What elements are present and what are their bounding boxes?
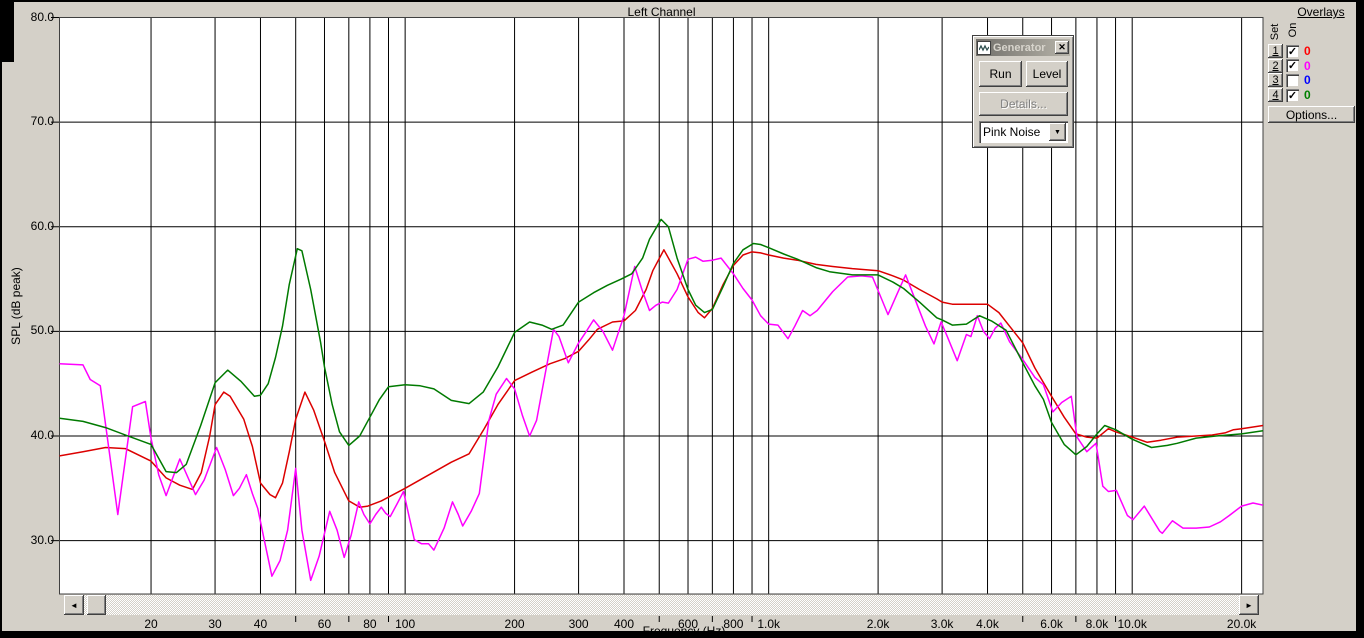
overlay-on-checkbox-2[interactable]: ✓ [1286,59,1299,73]
overlay-on-checkbox-4[interactable]: ✓ [1286,88,1299,102]
scrollbar-left-arrow-icon[interactable]: ◄ [64,595,84,615]
generator-titlebar[interactable]: Generator ✕ [976,39,1070,56]
overlay-set-button-3[interactable]: 3 [1268,73,1283,88]
on-column-header: On [1287,22,1299,38]
options-button[interactable]: Options... [1268,106,1355,123]
run-button[interactable]: Run [979,61,1022,87]
scrollbar-right-arrow-icon[interactable]: ► [1239,595,1259,615]
chevron-down-icon[interactable]: ▼ [1049,123,1066,141]
details-button: Details... [979,92,1068,116]
signal-type-combobox[interactable]: Pink Noise ▼ [979,121,1068,143]
scrollbar-thumb[interactable] [87,595,106,615]
generator-title: Generator [993,41,1046,54]
overlay-on-checkbox-3[interactable] [1286,73,1299,87]
level-button[interactable]: Level [1026,61,1068,87]
spectrum-chart [51,17,1264,622]
window-edge-artifact [0,0,14,62]
generator-dialog: Generator ✕ Run Level Details... Pink No… [972,35,1074,148]
app-window: Left Channel SPL (dB peak) Frequency (Hz… [2,2,1356,638]
overlay-value-4: 0 [1304,88,1311,103]
overlay-value-3: 0 [1304,73,1311,88]
overlay-value-1: 0 [1304,44,1311,58]
overlay-value-2: 0 [1304,58,1311,73]
scrollbar-track[interactable] [64,595,1259,615]
overlay-set-button-2[interactable]: 2 [1268,58,1283,73]
close-icon[interactable]: ✕ [1055,41,1069,54]
overlay-set-button-1[interactable]: 1 [1268,44,1283,58]
generator-waveform-icon [977,40,991,55]
overlay-set-button-4[interactable]: 4 [1268,88,1283,103]
set-column-header: Set [1269,23,1281,41]
signal-type-value: Pink Noise [983,125,1041,139]
overlay-on-checkbox-1[interactable]: ✓ [1286,44,1299,58]
plot-area [59,17,1263,594]
